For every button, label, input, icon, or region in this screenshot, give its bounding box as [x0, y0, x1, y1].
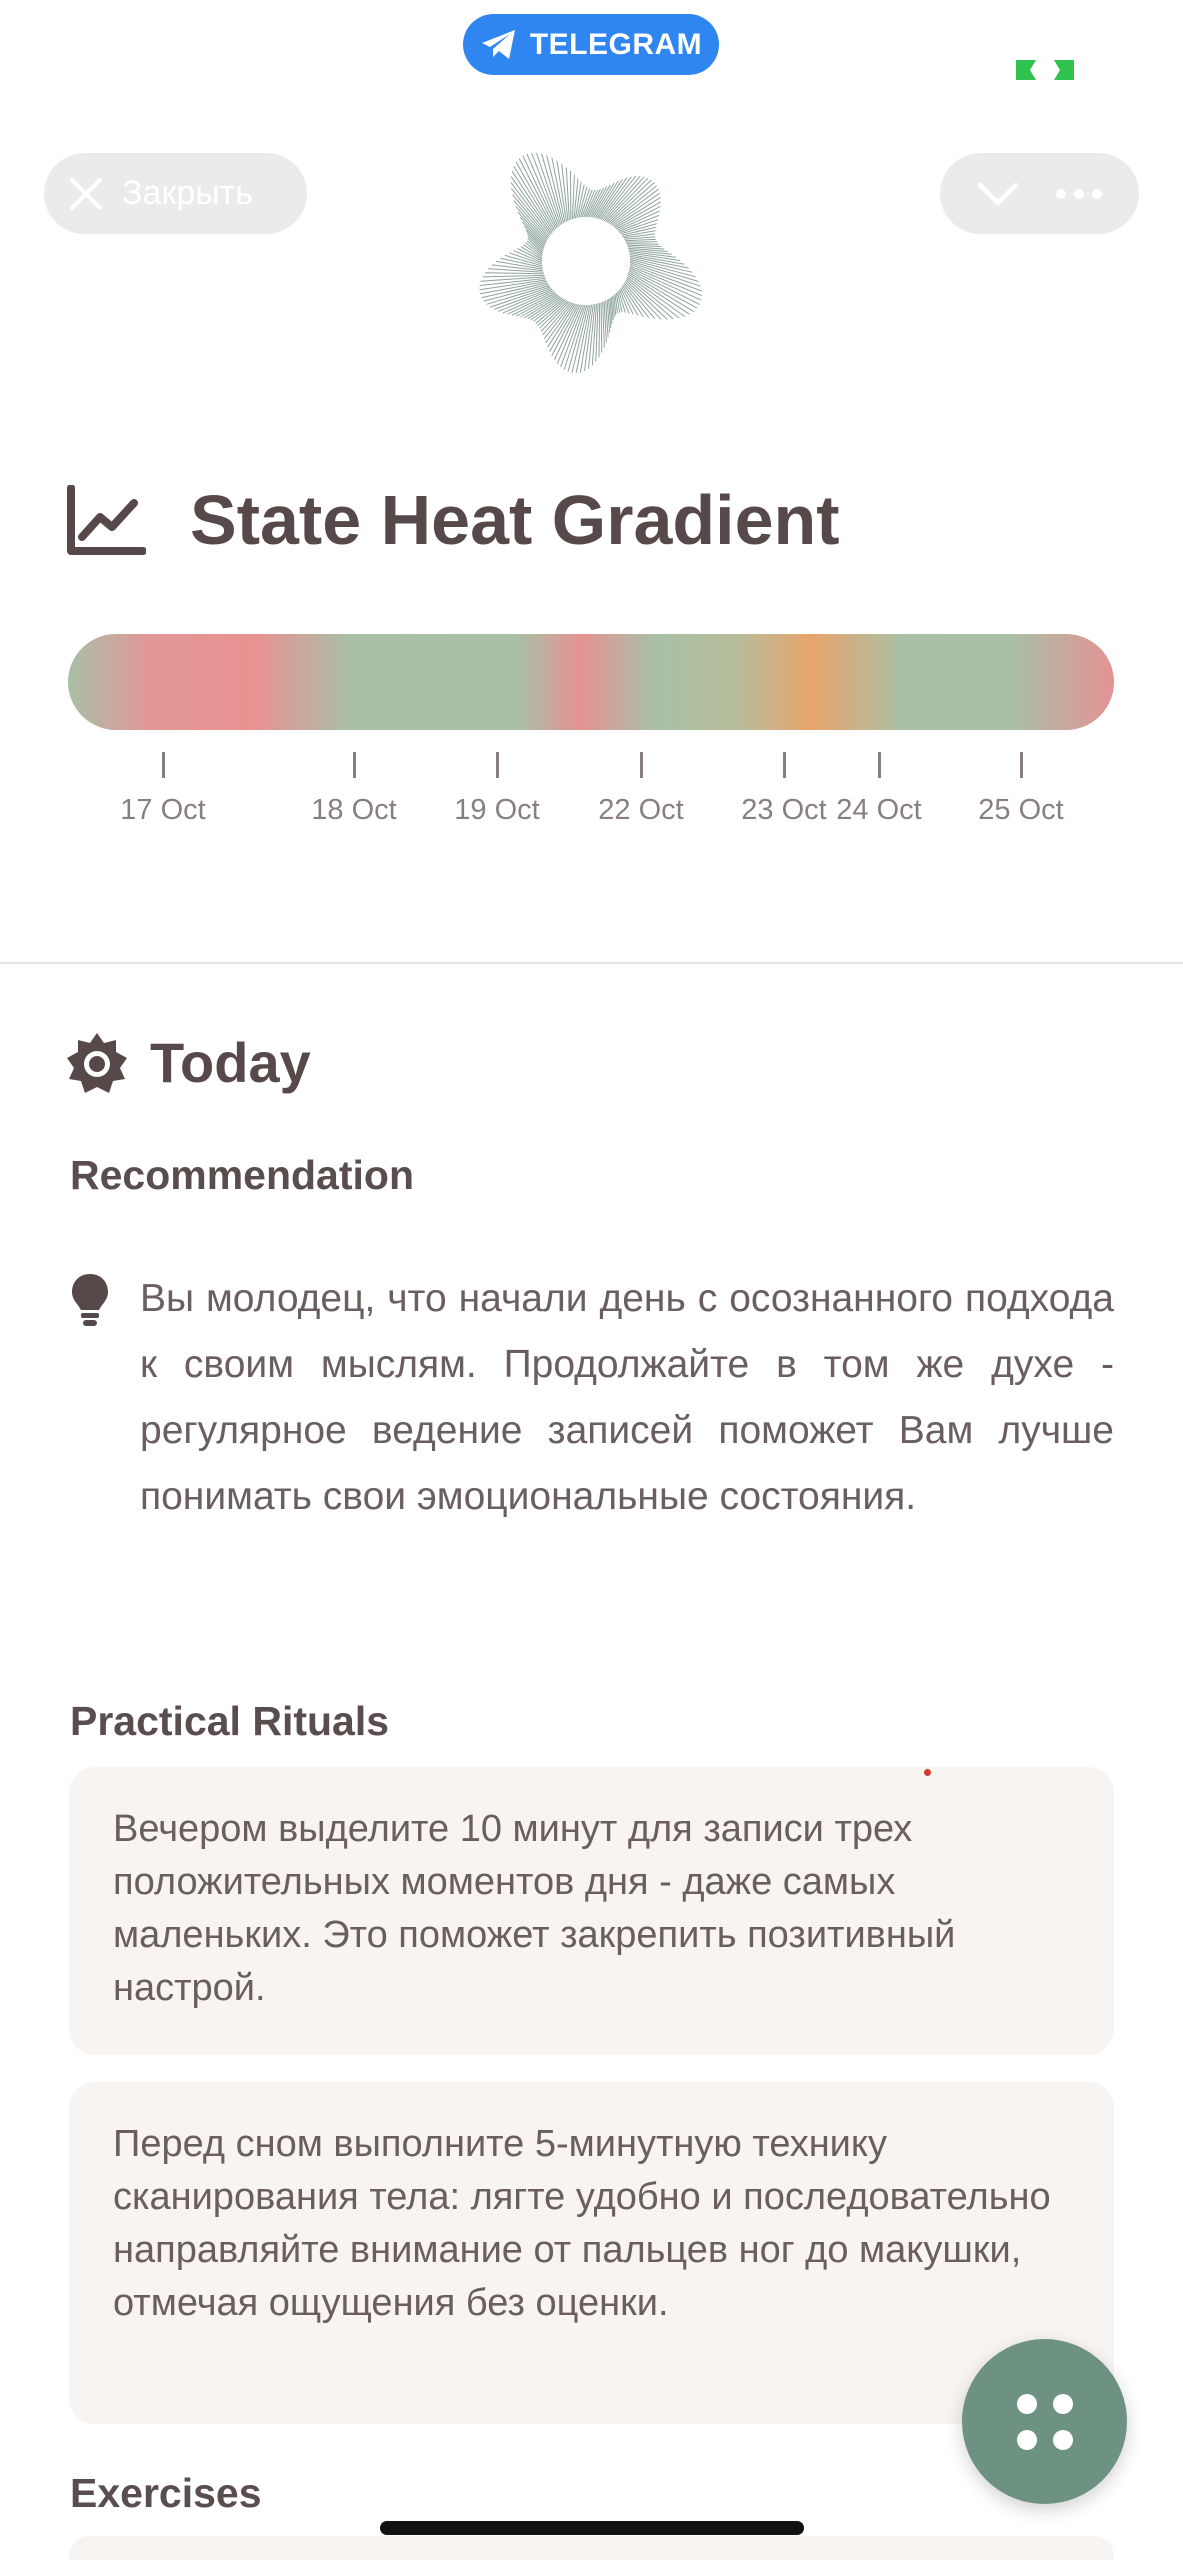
- chevron-down-icon[interactable]: [976, 179, 1020, 209]
- ritual-text: Перед сном выполните 5-минутную технику …: [113, 2123, 1051, 2324]
- exercise-card: [69, 2536, 1114, 2560]
- close-label: Закрыть: [122, 174, 253, 212]
- state-heat-header: State Heat Gradient: [66, 470, 840, 570]
- camera-indicator-icon: [1016, 60, 1074, 80]
- today-title: Today: [150, 1031, 311, 1094]
- rituals-title: Practical Rituals: [70, 1698, 390, 1744]
- line-chart-icon: [67, 485, 146, 555]
- ritual-card: Вечером выделите 10 минут для записи тре…: [69, 1767, 1114, 2055]
- telegram-label: TELEGRAM: [529, 27, 703, 61]
- home-indicator[interactable]: [380, 2521, 804, 2535]
- lightbulb-icon: [72, 1274, 108, 1326]
- menu-fab-button[interactable]: [962, 2339, 1127, 2504]
- x-icon: [70, 177, 102, 210]
- menu-button[interactable]: [940, 153, 1139, 234]
- recommendation-title: Recommendation: [70, 1152, 414, 1198]
- recommendation-block: Вы молодец, что начали день с осознанног…: [70, 1266, 1114, 1530]
- recommendation-text: Вы молодец, что начали день с осознанног…: [140, 1277, 1114, 1518]
- paper-plane-icon: [481, 29, 515, 59]
- more-dots-icon[interactable]: [1055, 187, 1103, 201]
- date-tick: 18 Oct: [274, 752, 434, 827]
- date-tick: 17 Oct: [83, 752, 243, 827]
- radial-burst-logo: [479, 152, 703, 373]
- state-heat-gradient-bar: [68, 634, 1114, 730]
- close-button[interactable]: Закрыть: [44, 153, 307, 234]
- date-tick: 25 Oct: [941, 752, 1101, 827]
- date-tick: 19 Oct: [417, 752, 577, 827]
- notification-dot: [924, 1769, 931, 1776]
- date-axis: 17 Oct 18 Oct 19 Oct 22 Oct 23 Oct 24 Oc…: [68, 752, 1114, 832]
- today-header: Today: [66, 1030, 311, 1095]
- grid-dots-icon: [1016, 2393, 1073, 2450]
- sun-icon: [67, 1032, 127, 1093]
- date-tick: 22 Oct: [561, 752, 721, 827]
- mini-app-screen: TELEGRAM Закрыть State Heat Gradient 17 …: [0, 0, 1183, 2560]
- section-divider: [0, 962, 1183, 964]
- state-heat-title: State Heat Gradient: [190, 481, 840, 559]
- ritual-text: Вечером выделите 10 минут для записи тре…: [113, 1808, 956, 2009]
- telegram-badge: TELEGRAM: [463, 14, 719, 75]
- date-tick: 24 Oct: [799, 752, 959, 827]
- ritual-card: Перед сном выполните 5-минутную технику …: [69, 2082, 1114, 2424]
- exercises-title: Exercises: [70, 2470, 262, 2516]
